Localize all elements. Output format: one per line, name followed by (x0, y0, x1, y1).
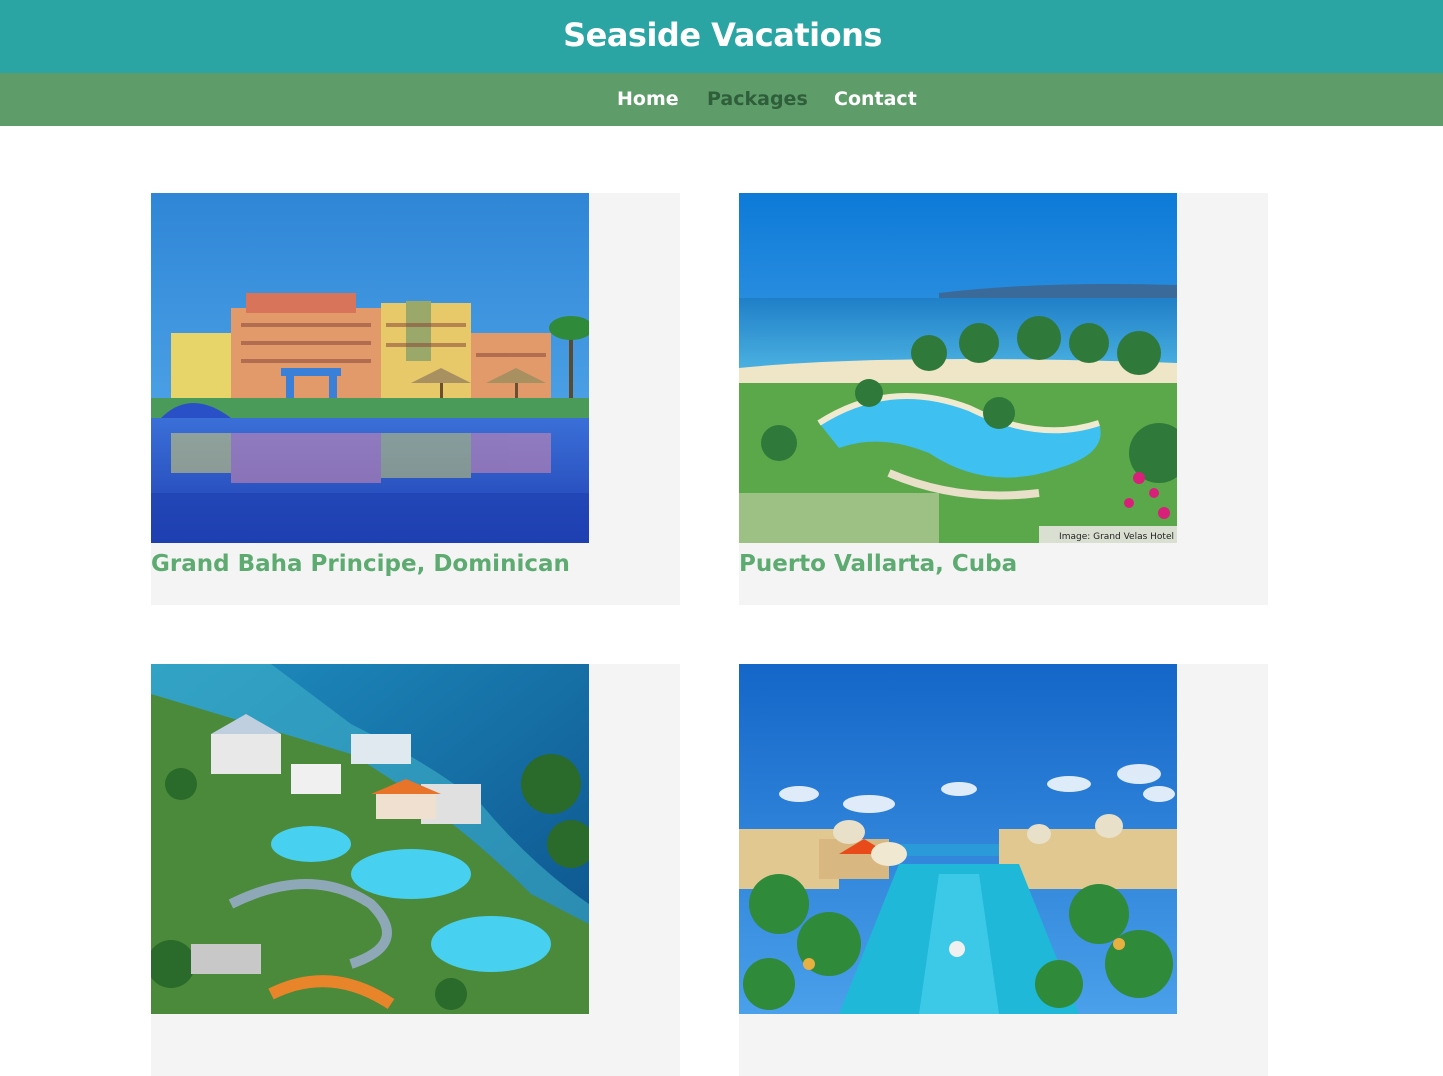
main-nav: Home Packages Contact (0, 73, 1443, 126)
palace-resort-pool-photo[interactable] (739, 664, 1177, 1014)
nav-contact-link[interactable]: Contact (834, 88, 917, 110)
package-card[interactable] (151, 664, 680, 1076)
package-card[interactable]: Grand Baha Principe, Dominican (151, 193, 680, 605)
nav-packages-link[interactable]: Packages (707, 88, 808, 110)
waterpark-resort-aerial-photo[interactable] (151, 664, 589, 1014)
package-card[interactable]: Image: Grand Velas Hotel Puerto Vallarta… (739, 193, 1268, 605)
site-header: Seaside Vacations (0, 0, 1443, 73)
package-card[interactable] (739, 664, 1268, 1076)
image-credit: Image: Grand Velas Hotel (1059, 532, 1174, 542)
resort-pool-photo[interactable] (151, 193, 589, 543)
package-title[interactable]: Puerto Vallarta, Cuba (739, 551, 1017, 577)
package-title[interactable]: Grand Baha Principe, Dominican (151, 551, 570, 577)
nav-home-link[interactable]: Home (617, 88, 679, 110)
site-title: Seaside Vacations (563, 15, 882, 54)
beach-resort-aerial-photo[interactable]: Image: Grand Velas Hotel (739, 193, 1177, 543)
